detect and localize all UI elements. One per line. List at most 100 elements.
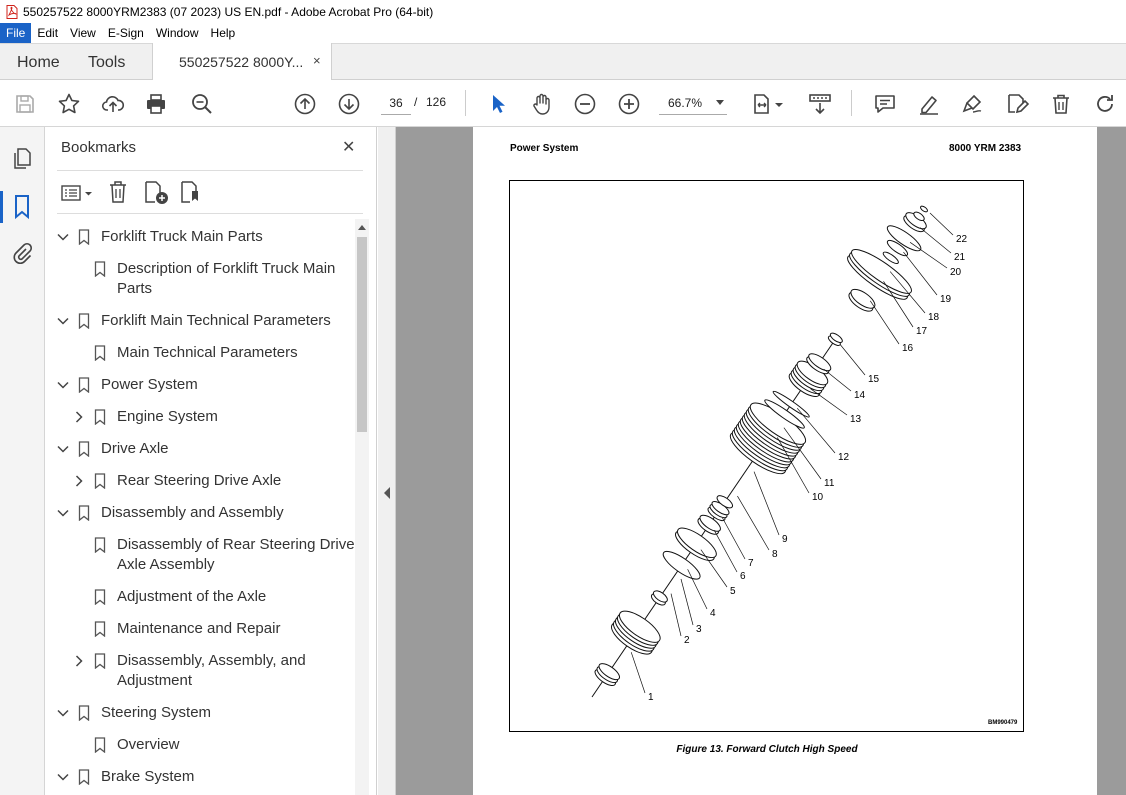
callout-label-17: 17 [916,326,928,337]
menu-esign[interactable]: E-Sign [102,23,150,43]
hand-icon[interactable] [529,92,553,116]
callout-label-15: 15 [868,374,880,385]
zoom-level-select[interactable]: 66.7% [659,91,727,115]
upload-icon[interactable] [101,92,125,116]
find-bookmark-icon[interactable] [180,180,204,206]
figure-code: BM990479 [988,720,1018,726]
bookmarks-title: Bookmarks [61,139,137,156]
callout-leader-3 [680,578,694,626]
chevron-down-icon[interactable] [57,379,69,391]
scroll-mode-icon[interactable] [808,92,832,116]
bookmark-icon [94,473,106,489]
menu-view[interactable]: View [64,23,102,43]
callout-label-12: 12 [838,452,850,463]
callout-label-22: 22 [956,234,968,245]
end-clip-ring [920,205,928,213]
bookmark-label-continued: Axle Assembly [117,556,215,573]
bookmark-label-continued: Parts [117,280,153,297]
chevron-down-icon[interactable] [57,707,69,719]
sign-icon[interactable] [960,92,984,116]
scroll-up-arrow-icon[interactable] [358,224,366,230]
chevron-down-icon[interactable] [774,92,784,116]
bookmark-label: Description of Forklift Truck Main [117,260,336,277]
page-thumbnails-icon[interactable] [11,147,33,171]
bookmark-icon [94,589,106,605]
tab-close-button[interactable]: × [313,53,321,68]
fit-page-icon[interactable] [750,92,774,116]
options-menu-icon[interactable] [61,183,95,203]
rotate-icon[interactable] [1093,92,1117,116]
callout-leader-1 [630,652,646,694]
menu-file[interactable]: File [0,23,32,43]
toolbar-divider [465,90,466,116]
chevron-down-icon[interactable] [57,771,69,783]
callout-label-11: 11 [824,478,835,489]
bookmark-label: Adjustment of the Axle [117,588,267,605]
find-icon[interactable] [190,92,214,116]
tab-tools[interactable]: Tools [88,54,125,72]
bookmark-icon [78,705,90,721]
star-icon[interactable] [57,92,81,116]
page-up-icon[interactable] [293,92,317,116]
chevron-down-icon[interactable] [57,315,69,327]
scrollbar-thumb[interactable] [357,237,367,432]
menu-help[interactable]: Help [205,23,242,43]
chevron-right-icon[interactable] [73,411,85,423]
exploded-view-drawing: 12345678910111213141516171819202122 [589,205,968,703]
select-cursor-icon[interactable] [486,92,510,116]
callout-leader-21 [919,227,952,254]
callout-leader-2 [670,593,682,637]
menu-window[interactable]: Window [150,23,205,43]
chevron-down-icon[interactable] [57,231,69,243]
chevron-right-icon[interactable] [73,655,85,667]
bookmark-scrollbar[interactable] [355,219,369,795]
zoom-out-icon[interactable] [573,92,597,116]
page-number-input[interactable]: 36 [381,91,411,115]
document-view: Power System 8000 YRM 2383 1 2 3 4 5 6 7 8 9 10 11… [378,127,1126,795]
comment-icon[interactable] [873,92,897,116]
panel-collapse-handle[interactable] [378,127,396,795]
bookmark-icon [94,409,106,425]
callout-leader-16 [869,300,900,345]
page-down-icon[interactable] [337,92,361,116]
new-bookmark-icon[interactable] [144,180,170,206]
bookmark-label: Steering System [101,704,212,721]
callout-leader-15 [840,344,866,376]
page-header-right: 8000 YRM 2383 [949,143,1022,154]
tab-document[interactable]: 550257522 8000Y... × [152,43,332,81]
bookmark-icon [78,769,90,785]
edit-pdf-icon[interactable] [1005,92,1029,116]
menu-edit[interactable]: Edit [31,23,64,43]
callout-leader-20 [909,241,948,269]
pdf-page: Power System 8000 YRM 2383 1 2 3 4 5 6 7 8 9 10 11… [473,127,1097,795]
callout-label-6: 6 [740,571,746,582]
callout-label-21: 21 [954,252,966,263]
bookmark-label: Forklift Truck Main Parts [101,228,263,245]
print-icon[interactable] [144,92,168,116]
attachment-icon[interactable] [11,241,33,265]
window-title: 550257522 8000YRM2383 (07 2023) US EN.pd… [23,4,434,19]
chevron-left-icon[interactable] [383,487,390,499]
callout-label-5: 5 [730,586,736,597]
callout-label-2: 2 [684,635,690,646]
callout-label-7: 7 [748,558,754,569]
tab-bar: Home Tools 550257522 8000Y... × [0,43,1126,81]
bookmark-label: Brake System [101,768,195,785]
callout-leader-6 [713,530,738,573]
highlight-icon[interactable] [917,92,941,116]
bookmark-icon [94,261,106,277]
delete-icon[interactable] [1049,92,1073,116]
delete-bookmark-icon[interactable] [108,180,128,204]
bookmark-panel-icon[interactable] [13,194,31,220]
tab-home[interactable]: Home [17,54,60,72]
page-separator: / [414,95,418,109]
chevron-down-icon[interactable] [57,443,69,455]
chevron-right-icon[interactable] [73,475,85,487]
zoom-in-icon[interactable] [617,92,641,116]
close-panel-button[interactable]: ✕ [342,137,355,157]
bookmark-icon [78,377,90,393]
save-icon[interactable] [13,92,37,116]
chevron-down-icon[interactable] [57,507,69,519]
bookmark-label: Power System [101,376,198,393]
bookmark-label: Maintenance and Repair [117,620,281,637]
